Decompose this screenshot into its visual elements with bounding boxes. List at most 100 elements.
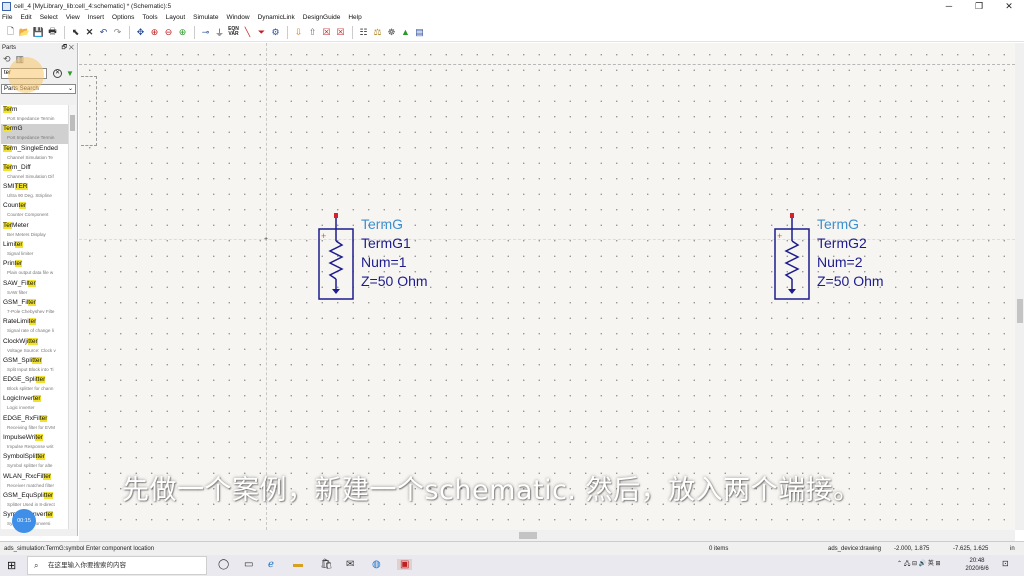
menu-tools[interactable]: Tools (142, 14, 157, 21)
redo-icon[interactable]: ↷ (111, 26, 124, 39)
history-icon[interactable]: ⟲ (3, 54, 11, 65)
part-name-match: tter (28, 337, 38, 345)
pin-icon[interactable]: ▲ (399, 26, 412, 39)
insert-port-icon[interactable]: ⊸ (199, 26, 212, 39)
windows-start-icon[interactable]: ⊞ (7, 559, 16, 572)
list-item[interactable]: WLAN_RxcFilter Receiver matched filter (1, 472, 68, 491)
list-item[interactable]: SymbolSplitter Symbol splitter for alte (1, 452, 68, 471)
push-into-icon[interactable]: ⇩ (292, 26, 305, 39)
clear-search-icon[interactable]: ✕ (53, 68, 62, 78)
menu-options[interactable]: Options (112, 14, 134, 21)
system-tray[interactable]: ⌃ 🖧 ⊟ 🔊 英 ⊞ (897, 558, 941, 569)
canvas-vertical-scrollbar[interactable] (1015, 43, 1024, 530)
taskbar-search-box[interactable]: ⌕ 在这里输入你要搜索的内容 (27, 556, 207, 575)
short-icon[interactable]: ☒ (334, 26, 347, 39)
schematic-canvas[interactable]: + + TermG TermG1 Num=1 Z=50 Ohm + TermG (79, 43, 1015, 530)
simulate-icon[interactable]: ⚙ (269, 26, 282, 39)
store-icon[interactable]: 🛍 (320, 559, 333, 570)
select-pointer-icon[interactable]: ⬉ (69, 26, 82, 39)
var-eqn-icon[interactable]: EQN VAR (227, 26, 240, 39)
maximize-button[interactable]: ❐ (964, 0, 994, 12)
list-item[interactable]: SAW_Filter SAW filter (1, 279, 68, 298)
menu-insert[interactable]: Insert (88, 14, 104, 21)
list-item[interactable]: GSM_EquSplitter Splitter Used in 8-direct (1, 491, 68, 510)
taskbar-clock[interactable]: 20:48 2020/6/6 (958, 557, 996, 573)
list-item[interactable]: Printer Plain output data file w (1, 259, 68, 278)
yield-icon[interactable]: ☸ (385, 26, 398, 39)
list-item[interactable]: Counter Counter Component (1, 201, 68, 220)
insert-wire-icon[interactable]: ╲ (241, 26, 254, 39)
file-explorer-icon[interactable]: ▬ (293, 559, 303, 570)
insert-name-icon[interactable]: ⏷ (255, 26, 268, 39)
menu-window[interactable]: Window (226, 14, 249, 21)
tune-icon[interactable]: ☷ (357, 26, 370, 39)
pop-out-icon[interactable]: ⇧ (306, 26, 319, 39)
list-item[interactable]: Term_Diff Channel Simulation Dif (1, 163, 68, 182)
list-item[interactable]: Term_SingleEnded Channel Simulation Te (1, 144, 68, 163)
status-message: ads_simulation:TermG:symbol Enter compon… (4, 546, 155, 552)
delete-icon[interactable]: ✕ (83, 26, 96, 39)
parts-panel-controls[interactable]: 🗗 ✕ (62, 43, 75, 53)
optimize-icon[interactable]: ⚖ (371, 26, 384, 39)
minimize-button[interactable]: ─ (934, 0, 964, 12)
list-item[interactable]: EDGE_Splitter Block splitter for chann (1, 375, 68, 394)
list-item[interactable]: Term Port Impedance Termin (1, 105, 68, 124)
list-item[interactable]: Limiter Signal limiter (1, 240, 68, 259)
part-name-match: ter (14, 241, 23, 249)
list-item[interactable]: TermG Port Impedance Termin (1, 124, 68, 144)
undo-icon[interactable]: ↶ (97, 26, 110, 39)
browser-icon[interactable]: ◍ (372, 559, 381, 570)
part-description: Plain output data file w (7, 270, 54, 276)
mail-icon[interactable]: ✉ (346, 559, 354, 570)
open-folder-icon[interactable]: 📂 (18, 26, 31, 39)
scrollbar-thumb[interactable] (1017, 299, 1023, 323)
menu-select[interactable]: Select (40, 14, 58, 21)
ads-app-icon[interactable]: ▣ (397, 559, 413, 570)
menu-file[interactable]: File (2, 14, 12, 21)
task-switcher-icon[interactable]: ▭ (244, 559, 253, 570)
print-icon[interactable]: 🖶 (46, 26, 59, 39)
component-port-number: Num=1 (361, 254, 407, 270)
new-file-icon[interactable]: 🗋 (4, 26, 17, 39)
canvas-horizontal-scrollbar[interactable] (79, 530, 1015, 541)
menu-dynamiclink[interactable]: DynamicLink (258, 14, 295, 21)
move-icon[interactable]: ✥ (134, 26, 147, 39)
menu-designguide[interactable]: DesignGuide (303, 14, 341, 21)
menu-edit[interactable]: Edit (20, 14, 31, 21)
list-item[interactable]: TerMeter Ber Meters Display (1, 221, 68, 240)
filter-icon[interactable]: ▼ (66, 69, 74, 78)
part-name: GSM_Fil (3, 298, 29, 306)
list-item[interactable]: RateLimiter Signal rate of change li (1, 317, 68, 336)
scrollbar-thumb[interactable] (519, 532, 537, 539)
menu-layout[interactable]: Layout (166, 14, 186, 21)
parts-list-scrollbar[interactable] (68, 105, 76, 529)
menu-simulate[interactable]: Simulate (193, 14, 218, 21)
list-item[interactable]: ClockWjitter Voltage Source: Clock v (1, 337, 68, 356)
part-name: Limi (3, 241, 15, 249)
data-display-icon[interactable]: ▤ (413, 26, 426, 39)
menu-help[interactable]: Help (348, 14, 361, 21)
task-view-icon[interactable]: ◯ (218, 559, 229, 570)
list-item[interactable]: SMITER Ultra 90 Deg. Stripline (1, 182, 68, 201)
status-unit: in (1010, 546, 1015, 552)
termg-component-1[interactable]: + TermG TermG1 Num=1 Z=50 Ohm (318, 213, 458, 303)
close-button[interactable]: ✕ (994, 0, 1024, 12)
deactivate-icon[interactable]: ☒ (320, 26, 333, 39)
scrollbar-thumb[interactable] (70, 115, 75, 131)
list-item[interactable]: GSM_Splitter Split Input Block into Ti (1, 356, 68, 375)
list-item[interactable]: LogicInverter Logic inverter (1, 394, 68, 413)
window-title: cell_4 [MyLibrary_lib:cell_4:schematic] … (14, 2, 172, 10)
save-icon[interactable]: 💾 (32, 26, 45, 39)
termg-component-2[interactable]: + TermG TermG2 Num=2 Z=50 Ohm (774, 213, 914, 303)
menu-view[interactable]: View (66, 14, 80, 21)
list-item[interactable]: EDGE_RxFilter Receiving filter for EVM (1, 414, 68, 433)
zoom-in-icon[interactable]: ⊕ (176, 26, 189, 39)
notification-icon[interactable]: ⊡ (1002, 559, 1009, 568)
list-item[interactable]: ImpulseWriter Impulse Response writ (1, 433, 68, 452)
ground-icon[interactable]: ⏚ (213, 26, 226, 39)
zoom-out-icon[interactable]: ⊖ (162, 26, 175, 39)
edge-browser-icon[interactable]: ℯ (268, 559, 274, 570)
part-name: WLAN_RxcFil (3, 472, 44, 480)
zoom-area-icon[interactable]: ⊕ (148, 26, 161, 39)
list-item[interactable]: GSM_Filter 7-Pole Chebyshev Filte (1, 298, 68, 317)
